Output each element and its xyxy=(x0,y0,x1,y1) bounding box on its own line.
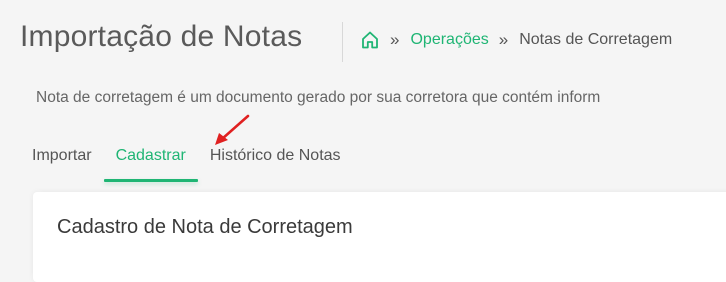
tab-importar[interactable]: Importar xyxy=(20,140,104,182)
breadcrumb-separator: » xyxy=(390,30,400,49)
content-card: Cadastro de Nota de Corretagem xyxy=(33,192,726,282)
breadcrumb-separator: » xyxy=(498,30,509,49)
breadcrumb-item-operacoes[interactable]: Operações xyxy=(410,31,488,49)
page-title: Importação de Notas xyxy=(20,20,303,53)
breadcrumb: » Operações » Notas de Corretagem xyxy=(360,30,672,50)
card-title: Cadastro de Nota de Corretagem xyxy=(57,216,353,238)
page-description: Nota de corretagem é um documento gerado… xyxy=(36,89,601,106)
tab-bar: Importar Cadastrar Histórico de Notas xyxy=(20,140,353,182)
breadcrumb-item-notas-de-corretagem: Notas de Corretagem xyxy=(519,31,673,48)
annotation-arrow-icon xyxy=(215,114,250,145)
tab-cadastrar[interactable]: Cadastrar xyxy=(103,140,199,182)
home-icon[interactable] xyxy=(360,30,380,50)
title-divider xyxy=(342,22,343,62)
